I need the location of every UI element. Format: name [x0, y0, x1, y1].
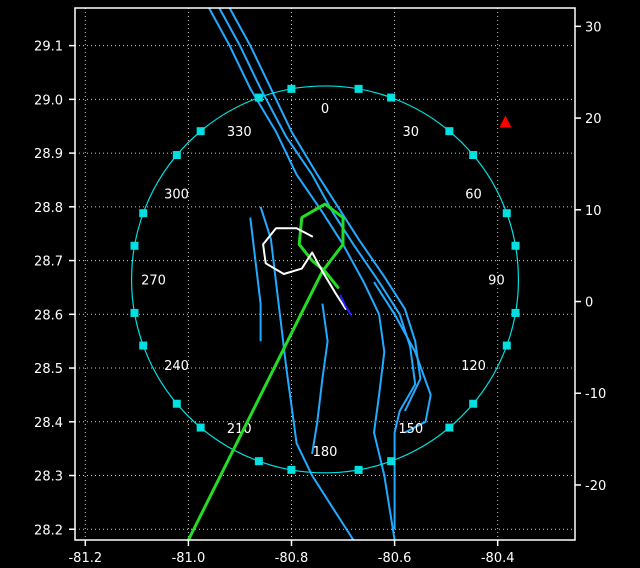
bearing-marker [354, 84, 363, 93]
bearing-marker [354, 465, 363, 474]
bearing-marker [445, 127, 454, 136]
bearing-marker [196, 423, 205, 432]
bearing-marker [139, 209, 148, 218]
bearing-marker [196, 127, 205, 136]
bearing-label: 90 [488, 273, 505, 288]
bearing-marker [139, 341, 148, 350]
bearing-marker [130, 241, 139, 250]
bearing-label: 300 [164, 188, 189, 203]
x-tick-label: -80.4 [481, 551, 515, 566]
bearing-marker [130, 308, 139, 317]
triangle-marker [499, 115, 512, 128]
y-right-tick-label: -20 [585, 479, 606, 494]
y-left-tick-label: 28.4 [34, 416, 63, 431]
y-left-tick-label: 28.3 [34, 470, 63, 485]
bearing-label: 30 [402, 125, 419, 140]
bearing-label: 240 [164, 359, 189, 374]
bearing-marker [387, 457, 396, 466]
bearing-label: 60 [465, 188, 482, 203]
bearing-label: 180 [313, 445, 338, 460]
bearing-marker [469, 151, 478, 160]
y-left-tick-label: 28.6 [34, 308, 63, 323]
bearing-marker [445, 423, 454, 432]
bearing-label: 150 [398, 422, 423, 437]
y-right-tick-label: 30 [585, 20, 602, 35]
y-left-tick-label: 28.7 [34, 255, 63, 270]
bearing-marker [287, 465, 296, 474]
bearing-marker [172, 399, 181, 408]
bearing-label: 210 [227, 422, 252, 437]
bearing-marker [254, 93, 263, 102]
coastline-segment [249, 217, 262, 342]
x-tick-label: -81.0 [172, 551, 206, 566]
y-right-tick-label: -10 [585, 387, 606, 402]
coastline-segment [259, 206, 355, 541]
range-ring-circle [130, 85, 520, 474]
bearing-marker [511, 308, 520, 317]
white-track [262, 227, 347, 310]
bearing-marker [387, 93, 396, 102]
bearing-marker [254, 457, 263, 466]
y-right-tick-label: 20 [585, 112, 602, 127]
marker-layer [499, 115, 512, 128]
bearing-marker [502, 341, 511, 350]
y-left-tick-label: 28.9 [34, 147, 63, 162]
radar-chart: 0306090120150180210240270300330 -81.2 -81… [34, 7, 606, 566]
green-track [186, 202, 345, 542]
x-tick-label: -80.6 [378, 551, 412, 566]
bearing-label: 120 [461, 359, 486, 374]
y-left-tick-label: 28.2 [34, 523, 63, 538]
bearing-marker [172, 151, 181, 160]
bearing-marker [287, 84, 296, 93]
coastline-segment [311, 303, 329, 455]
bearing-marker [502, 209, 511, 218]
y-right-tick-label: 10 [585, 204, 602, 219]
bearing-marker [469, 399, 478, 408]
y-left-tick-label: 28.8 [34, 201, 63, 216]
y-left-tick-label: 29.0 [34, 93, 63, 108]
y-left-tick-label: 29.1 [34, 40, 63, 55]
y-left-tick-label: 28.5 [34, 362, 63, 377]
bearing-label: 330 [227, 125, 252, 140]
bearing-marker [511, 241, 520, 250]
x-tick-label: -80.8 [275, 551, 309, 566]
track-lines [186, 202, 352, 542]
bearing-label: 0 [321, 102, 329, 117]
x-tick-label: -81.2 [68, 551, 102, 566]
coastline-segment [228, 7, 422, 412]
bearing-label: 270 [141, 273, 166, 288]
range-ring: 0 30 60 90 120 150 180 210 240 270 300 330 [130, 84, 520, 474]
y-right-tick-label: 0 [585, 296, 593, 311]
